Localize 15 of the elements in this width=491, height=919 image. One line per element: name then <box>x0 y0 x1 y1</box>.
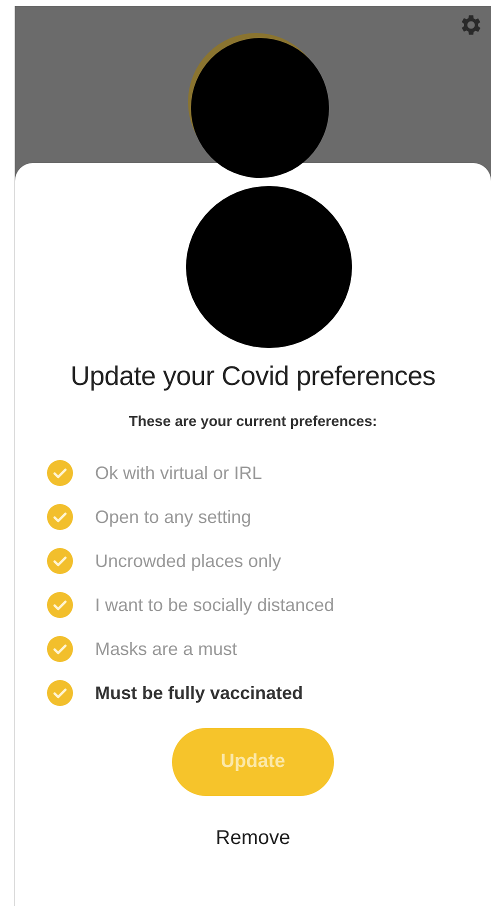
check-icon <box>47 504 73 530</box>
check-icon <box>47 548 73 574</box>
preference-label: Must be fully vaccinated <box>95 682 304 704</box>
preference-label: Uncrowded places only <box>95 550 282 572</box>
preference-label: Ok with virtual or IRL <box>95 462 262 484</box>
preference-label: Open to any setting <box>95 506 252 528</box>
remove-button[interactable]: Remove <box>210 826 296 851</box>
subtitle: These are your current preferences: <box>128 414 378 430</box>
preference-label: I want to be socially distanced <box>95 594 334 616</box>
check-icon <box>47 680 73 706</box>
dialog-title: Update your Covid preferences <box>70 361 436 392</box>
check-icon <box>47 460 73 486</box>
check-icon <box>47 636 73 662</box>
check-icon <box>47 592 73 618</box>
preference-label: Masks are a must <box>95 638 238 660</box>
